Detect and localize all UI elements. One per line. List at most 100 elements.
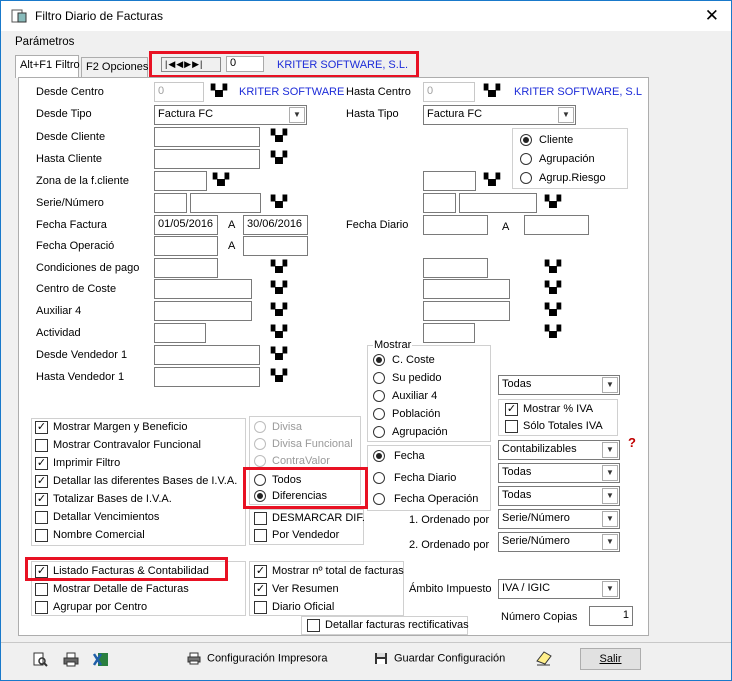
mostrar-margen-checkbox[interactable]: ✓ [35, 421, 48, 434]
desmarcar-checkbox[interactable] [254, 512, 267, 525]
todas-select-1[interactable]: Todas ▼ [498, 375, 620, 395]
detallar-bases-checkbox[interactable]: ✓ [35, 475, 48, 488]
hasta-tipo-select[interactable]: Factura FC ▼ [423, 105, 576, 125]
binoculars-icon[interactable]: ▚▞ [545, 325, 561, 338]
binoculars-icon[interactable]: ▚▞ [211, 84, 227, 97]
binoculars-icon[interactable]: ▚▞ [545, 195, 561, 208]
binoculars-icon[interactable]: ▚▞ [271, 347, 287, 360]
radio-fecha-diario[interactable] [373, 472, 385, 484]
ordenado2-select[interactable]: Serie/Número ▼ [498, 532, 620, 552]
serie-input[interactable] [154, 193, 187, 213]
radio-agrupacion-label: Agrupación [539, 153, 595, 165]
desde-cliente-input[interactable] [154, 127, 260, 147]
label-a1: A [228, 219, 236, 231]
fecha-diario-desde-input[interactable] [423, 215, 488, 235]
actividad-hasta-input[interactable] [423, 323, 475, 343]
radio-agrupacion[interactable] [520, 153, 532, 165]
binoculars-icon[interactable]: ▚▞ [271, 129, 287, 142]
fecha-op-desde-input[interactable] [154, 236, 218, 256]
detallar-vencimientos-checkbox[interactable] [35, 511, 48, 524]
agrupar-checkbox[interactable] [35, 601, 48, 614]
menu-parametros[interactable]: Parámetros [15, 36, 74, 48]
auxiliar4-input[interactable] [154, 301, 252, 321]
binoculars-icon[interactable]: ▚▞ [271, 260, 287, 273]
ver-resumen-checkbox[interactable]: ✓ [254, 583, 267, 596]
binoculars-icon[interactable]: ▚▞ [545, 303, 561, 316]
radio-fecha[interactable] [373, 450, 385, 462]
binoculars-icon[interactable]: ▚▞ [484, 173, 500, 186]
numero-input[interactable] [190, 193, 261, 213]
centro-coste-hasta-input[interactable] [423, 279, 510, 299]
copias-input[interactable]: 1 [589, 606, 633, 626]
centro-coste-input[interactable] [154, 279, 252, 299]
todas-select-2[interactable]: Todas ▼ [498, 463, 620, 483]
radio-su-pedido[interactable] [373, 372, 385, 384]
todas-select-3[interactable]: Todas ▼ [498, 486, 620, 506]
desde-vendedor-input[interactable] [154, 345, 260, 365]
fecha-diario-hasta-input[interactable] [524, 215, 589, 235]
actividad-input[interactable] [154, 323, 206, 343]
salir-button[interactable]: Salir [580, 648, 641, 670]
binoculars-icon[interactable]: ▚▞ [271, 303, 287, 316]
radio-agrup-riesgo[interactable] [520, 172, 532, 184]
auxiliar4-hasta-input[interactable] [423, 301, 510, 321]
binoculars-icon[interactable]: ▚▞ [271, 281, 287, 294]
preview-icon[interactable] [33, 652, 48, 670]
binoculars-icon[interactable]: ▚▞ [213, 173, 229, 186]
excel-icon[interactable] [92, 652, 109, 670]
tab-opciones[interactable]: F2 Opciones [81, 57, 148, 77]
mostrar-total-checkbox[interactable]: ✓ [254, 565, 267, 578]
binoculars-icon[interactable]: ▚▞ [271, 151, 287, 164]
radio-divisa[interactable] [254, 421, 266, 433]
binoculars-icon[interactable]: ▚▞ [484, 84, 500, 97]
mostrar-detalle-checkbox[interactable] [35, 583, 48, 596]
imprimir-filtro-checkbox[interactable]: ✓ [35, 457, 48, 470]
config-impresora-button[interactable]: Configuración Impresora [187, 652, 327, 665]
binoculars-icon[interactable]: ▚▞ [545, 281, 561, 294]
contravalor-checkbox[interactable] [35, 439, 48, 452]
radio-divisa-funcional[interactable] [254, 438, 266, 450]
desde-tipo-select[interactable]: Factura FC ▼ [154, 105, 307, 125]
numero-hasta-input[interactable] [459, 193, 537, 213]
condiciones-input[interactable] [154, 258, 218, 278]
guardar-config-button[interactable]: Guardar Configuración [374, 652, 505, 665]
radio-cliente[interactable] [520, 134, 532, 146]
diario-oficial-checkbox[interactable] [254, 601, 267, 614]
eraser-icon[interactable] [535, 650, 553, 669]
ambito-select[interactable]: IVA / IGIC ▼ [498, 579, 620, 599]
desde-centro-input[interactable]: 0 [154, 82, 204, 102]
printer-icon[interactable] [63, 652, 79, 670]
serie-hasta-input[interactable] [423, 193, 456, 213]
fecha-hasta-input[interactable]: 30/06/2016 [243, 215, 308, 235]
nombre-comercial-checkbox[interactable] [35, 529, 48, 542]
contabilizables-select[interactable]: Contabilizables ▼ [498, 440, 620, 460]
mostrar-iva-checkbox[interactable]: ✓ [505, 403, 518, 416]
binoculars-icon[interactable]: ▚▞ [271, 369, 287, 382]
radio-fecha-operacion[interactable] [373, 493, 385, 505]
radio-poblacion[interactable] [373, 408, 385, 420]
zona-input[interactable] [154, 171, 207, 191]
check-label: Mostrar Contravalor Funcional [53, 439, 201, 451]
binoculars-icon[interactable]: ▚▞ [271, 325, 287, 338]
hasta-vendedor-input[interactable] [154, 367, 260, 387]
por-vendedor-checkbox[interactable] [254, 529, 267, 542]
radio-auxiliar4[interactable] [373, 390, 385, 402]
zona-hasta-input[interactable] [423, 171, 476, 191]
ordenado1-select[interactable]: Serie/Número ▼ [498, 509, 620, 529]
radio-contravalor[interactable] [254, 455, 266, 467]
radio-c-coste[interactable] [373, 354, 385, 366]
solo-totales-checkbox[interactable] [505, 420, 518, 433]
fecha-op-hasta-input[interactable] [243, 236, 308, 256]
close-icon[interactable]: ✕ [705, 6, 719, 26]
binoculars-icon[interactable]: ▚▞ [271, 195, 287, 208]
hasta-cliente-input[interactable] [154, 149, 260, 169]
help-icon[interactable]: ? [628, 435, 636, 450]
totalizar-bases-checkbox[interactable]: ✓ [35, 493, 48, 506]
condiciones-hasta-input[interactable] [423, 258, 488, 278]
fecha-desde-input[interactable]: 01/05/2016 [154, 215, 218, 235]
radio-agrupacion-mostrar[interactable] [373, 426, 385, 438]
binoculars-icon[interactable]: ▚▞ [545, 260, 561, 273]
detallar-rect-checkbox[interactable] [307, 619, 320, 632]
hasta-centro-input[interactable]: 0 [423, 82, 475, 102]
tab-filtro[interactable]: Alt+F1 Filtro [15, 55, 80, 78]
